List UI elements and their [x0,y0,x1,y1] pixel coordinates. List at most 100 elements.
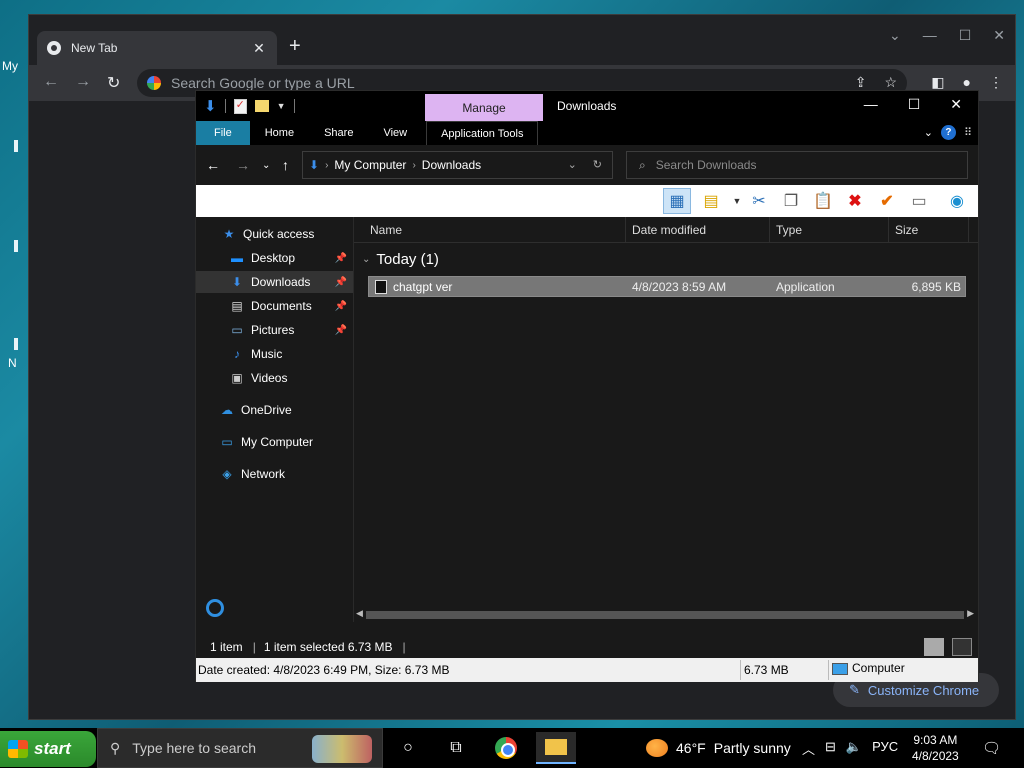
folder-dropdown-icon[interactable]: ▼ [726,190,748,212]
reload-button[interactable]: ↻ [107,73,120,93]
taskbar-search[interactable]: ⚲ Type here to search [97,728,383,768]
search-placeholder: Search Downloads [655,158,757,172]
tab-share[interactable]: Share [309,121,368,145]
new-folder-icon[interactable] [254,100,269,112]
properties-icon[interactable] [233,98,247,114]
volume-icon[interactable]: 🔈 [846,739,862,758]
group-label: Today (1) [376,251,439,268]
customize-qat-dropdown-icon[interactable]: ▼ [277,101,286,111]
share-icon[interactable]: ⇪ [855,74,867,91]
breadcrumb-chevron-icon[interactable]: › [412,160,415,171]
close-button[interactable]: ✕ [950,96,962,113]
column-size[interactable]: Size [889,217,969,243]
recent-locations-chevron-icon[interactable]: ⌄ [262,160,270,171]
taskbar-explorer-button[interactable] [536,732,576,764]
column-name[interactable]: Name [364,217,626,243]
language-indicator[interactable]: РУС [872,739,898,758]
checkmark-icon[interactable]: ✔ [876,190,898,212]
delete-icon[interactable]: ✖ [844,190,866,212]
preview-pane-icon[interactable]: ▦ [663,188,691,214]
tab-close-icon[interactable]: ✕ [251,40,267,57]
expand-ribbon-icon[interactable]: ⌄ [924,126,933,139]
copy-icon[interactable]: ❐ [780,190,802,212]
nav-item-onedrive[interactable]: ☁ OneDrive [196,399,353,421]
paste-icon[interactable]: 📋 [812,190,834,212]
nav-item-network[interactable]: ◈ Network [196,463,353,485]
file-row[interactable]: chatgpt ver 4/8/2023 8:59 AM Application… [368,276,966,297]
up-button[interactable]: ↑ [282,157,289,173]
start-button[interactable]: start [0,731,96,767]
bookmark-star-icon[interactable]: ☆ [884,74,897,91]
quick-access-toolbar: ⬇ ▼ [204,97,295,115]
rename-icon[interactable]: ▭ [908,190,930,212]
nav-item-desktop[interactable]: ▬ Desktop 📌 [196,247,353,269]
side-panel-icon[interactable]: ◧ [931,74,944,91]
column-date-modified[interactable]: Date modified [626,217,770,243]
pin-icon[interactable]: 📌 [335,277,347,288]
chevron-down-icon[interactable]: ⌄ [362,254,370,265]
clock[interactable]: 9:03 AM 4/8/2023 [912,732,959,764]
pencil-icon: ✎ [849,682,860,697]
maximize-button[interactable]: ☐ [959,27,972,44]
minimize-button[interactable]: — [923,27,937,44]
tab-view[interactable]: View [368,121,422,145]
maximize-button[interactable]: ☐ [908,96,921,113]
scroll-left-icon[interactable]: ◀ [356,608,363,619]
grid-icon[interactable]: ⠿ [964,126,972,139]
column-type[interactable]: Type [770,217,889,243]
breadcrumb-chevron-icon[interactable]: › [325,160,328,171]
tab-file[interactable]: File [196,121,250,145]
nav-item-quick-access[interactable]: ★ Quick access [196,223,353,245]
minimize-button[interactable]: — [864,96,878,113]
globe-icon[interactable]: ◉ [946,190,968,212]
cut-icon[interactable]: ✂ [748,190,770,212]
scrollbar-thumb[interactable] [366,611,964,619]
new-tab-button[interactable]: + [289,36,301,56]
group-header-today[interactable]: ⌄ Today (1) [362,251,439,268]
large-icons-view-icon[interactable] [952,638,972,656]
new-folder-icon[interactable]: ▤ [700,190,722,212]
profile-icon[interactable]: ● [963,74,971,91]
pin-icon[interactable]: 📌 [335,301,347,312]
scroll-right-icon[interactable]: ▶ [967,608,974,619]
tab-search-dropdown-icon[interactable]: ⌄ [889,27,901,44]
search-box[interactable]: ⌕ Search Downloads [626,151,968,179]
weather-widget[interactable]: 46°F Partly sunny [646,739,791,757]
forward-button[interactable]: → [236,157,250,173]
taskbar-chrome-button[interactable] [494,736,518,760]
details-view-icon[interactable] [924,638,944,656]
tab-application-tools[interactable]: Application Tools [426,121,539,145]
task-view-icon[interactable]: ⧉ [444,736,468,760]
tab-home[interactable]: Home [250,121,309,145]
nav-item-my-computer[interactable]: ▭ My Computer [196,431,353,453]
pin-icon[interactable]: 📌 [335,253,347,264]
chrome-tab-new-tab[interactable]: New Tab ✕ [37,31,277,65]
nav-item-downloads[interactable]: ⬇ Downloads 📌 [196,271,353,293]
help-icon[interactable]: ? [940,125,956,140]
horizontal-scrollbar[interactable]: ◀ ▶ [354,606,978,622]
nav-item-pictures[interactable]: ▭ Pictures 📌 [196,319,353,341]
cortana-icon[interactable] [206,599,224,617]
breadcrumb-downloads[interactable]: Downloads [422,158,481,172]
back-button[interactable]: ← [43,73,59,91]
refresh-icon[interactable]: ↻ [593,158,602,171]
nav-item-documents[interactable]: ▤ Documents 📌 [196,295,353,317]
command-toolbar: ▦ ▤ ▼ ✂ ❐ 📋 ✖ ✔ ▭ ◉ [196,185,978,217]
pin-icon[interactable]: 📌 [335,325,347,336]
close-button[interactable]: ✕ [993,27,1005,44]
show-hidden-icons-chevron-icon[interactable]: ︿ [802,739,815,758]
cortana-icon[interactable]: ○ [396,736,420,760]
search-highlight-image[interactable] [312,735,372,763]
manage-tab[interactable]: Manage [425,94,543,121]
back-button[interactable]: ← [206,157,220,173]
nav-item-music[interactable]: ♪ Music [196,343,353,365]
notification-icon[interactable]: 🗨 [982,739,1001,757]
breadcrumb-my-computer[interactable]: My Computer [334,158,406,172]
address-dropdown-icon[interactable]: ⌄ [568,158,577,171]
address-bar[interactable]: ⬇ › My Computer › Downloads ⌄ ↻ [302,151,613,179]
download-arrow-icon: ⬇ [309,158,320,172]
forward-button[interactable]: → [75,73,91,91]
nav-item-videos[interactable]: ▣ Videos [196,367,353,389]
menu-icon[interactable]: ⋮ [989,74,1003,91]
network-icon[interactable]: ⊟ [825,739,836,758]
